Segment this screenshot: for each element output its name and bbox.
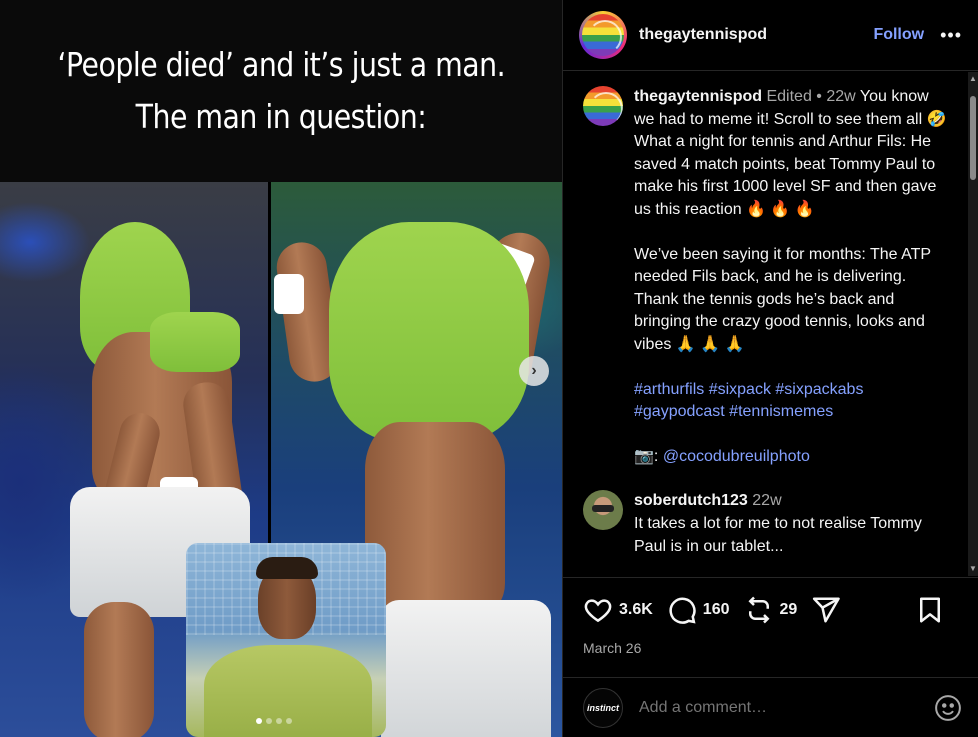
comment-author[interactable]: soberdutch123	[634, 492, 748, 509]
post-media: ‘People died’ and it’s just a man. The m…	[0, 0, 562, 737]
reposts-count: 29	[779, 601, 798, 618]
inset-portrait	[186, 543, 386, 737]
commenter-avatar[interactable]	[583, 490, 623, 531]
current-user-avatar[interactable]: instinct	[583, 687, 623, 728]
carousel-dot	[266, 718, 272, 724]
heart-icon	[584, 599, 612, 623]
comment-composer: instinct	[563, 677, 978, 737]
post-age: 22w	[826, 88, 856, 105]
bookmark-icon	[920, 597, 940, 623]
like-button[interactable]: 3.6K	[583, 595, 653, 625]
next-slide-button[interactable]: ›	[519, 356, 549, 386]
post-caption: thegaytennispod Edited • 22w You know we…	[583, 86, 959, 468]
meme-caption-line-1: ‘People died’ and it’s just a man.	[57, 45, 505, 84]
comment-button[interactable]: 160	[667, 595, 730, 625]
comment-text: It takes a lot for me to not realise Tom…	[634, 514, 922, 555]
caption-author[interactable]: thegaytennispod	[634, 88, 762, 105]
author-avatar[interactable]	[583, 86, 623, 126]
comment-input[interactable]	[639, 698, 899, 717]
post-header: thegaytennispod Follow •••	[563, 0, 978, 71]
caption-paragraph-1: You know we had to meme it! Scroll to se…	[634, 88, 947, 218]
comment-body: soberdutch123 22w It takes a lot for me …	[634, 490, 950, 558]
meme-caption-line-2: The man in question:	[135, 97, 427, 136]
scroll-up-arrow-icon[interactable]: ▲	[969, 74, 977, 84]
comment-item: soberdutch123 22w It takes a lot for me …	[583, 490, 959, 558]
carousel-dot	[256, 718, 262, 724]
caption-paragraph-2: We’ve been saying it for months: The ATP…	[634, 245, 931, 353]
repost-icon	[747, 596, 770, 624]
edited-label: Edited	[766, 88, 812, 105]
emoji-icon[interactable]	[933, 693, 963, 723]
profile-avatar[interactable]	[579, 11, 627, 59]
header-username[interactable]: thegaytennispod	[639, 26, 767, 44]
camera-icon: 📷:	[634, 447, 659, 465]
share-button[interactable]	[811, 595, 841, 625]
comments-scrollbar[interactable]: ▲ ▼	[968, 72, 978, 576]
more-options-icon[interactable]: •••	[940, 26, 962, 44]
comment-age: 22w	[752, 492, 782, 510]
separator-dot: •	[816, 88, 822, 105]
scroll-down-arrow-icon[interactable]: ▼	[969, 564, 977, 574]
meme-caption: ‘People died’ and it’s just a man. The m…	[0, 0, 562, 182]
action-bar: 3.6K 160 29 March 26	[563, 577, 978, 677]
save-button[interactable]	[915, 595, 945, 625]
comment-bubble-icon	[669, 597, 696, 624]
tennis-ball-logo-icon	[582, 14, 624, 56]
comments-list: thegaytennispod Edited • 22w You know we…	[563, 72, 969, 576]
send-icon	[813, 597, 841, 623]
hashtags[interactable]: #arthurfils #sixpack #sixpackabs #gaypod…	[634, 379, 950, 424]
post-panel: thegaytennispod Follow ••• thegaytennisp…	[562, 0, 978, 737]
carousel-dot	[286, 718, 292, 724]
scrollbar-thumb[interactable]	[970, 96, 976, 180]
photo-credit: 📷: @cocodubreuilphoto	[634, 446, 950, 469]
carousel-dots	[256, 718, 292, 724]
credit-mention-link[interactable]: @cocodubreuilphoto	[663, 448, 810, 465]
follow-button[interactable]: Follow	[873, 26, 924, 44]
comments-count: 160	[702, 601, 730, 618]
likes-count: 3.6K	[619, 601, 653, 618]
caption-body: thegaytennispod Edited • 22w You know we…	[634, 86, 950, 468]
repost-button[interactable]: 29	[744, 595, 798, 625]
carousel-dot	[276, 718, 282, 724]
post-date[interactable]: March 26	[583, 640, 959, 656]
